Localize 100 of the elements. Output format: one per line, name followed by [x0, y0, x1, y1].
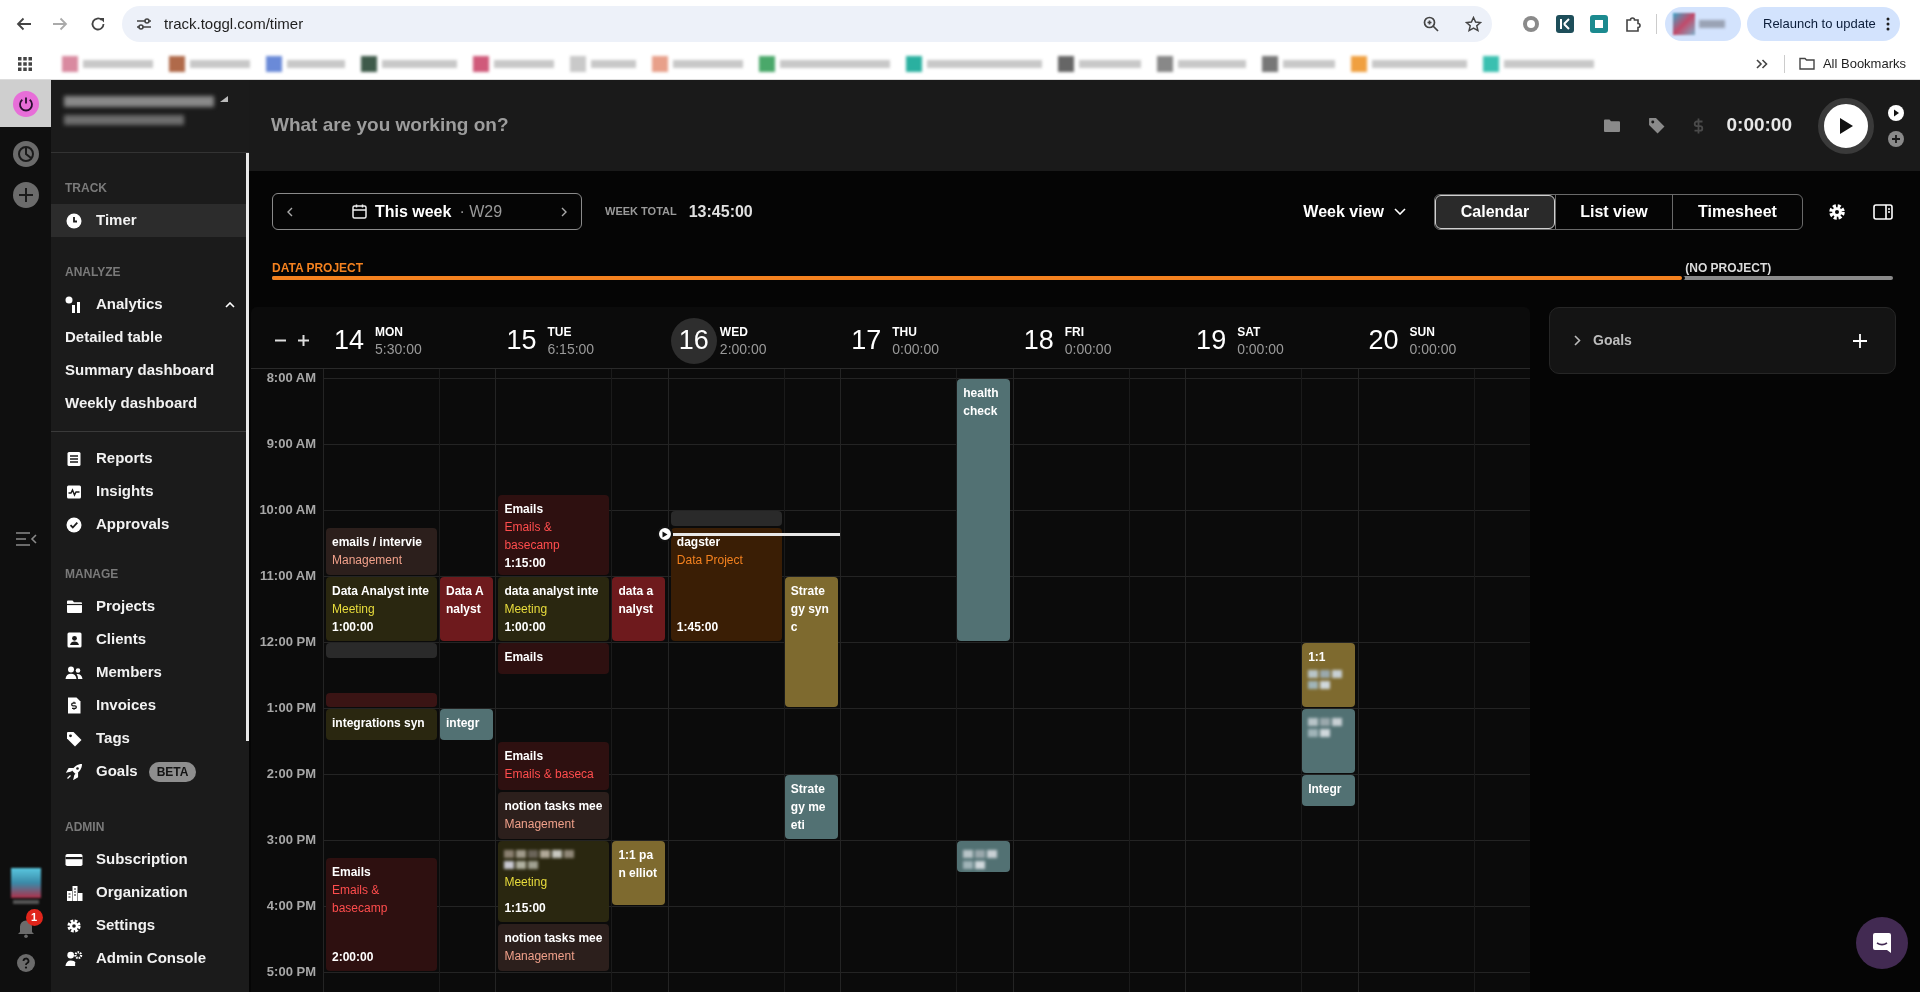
star-icon[interactable] — [1465, 15, 1482, 33]
sidebar-item[interactable]: Approvals — [51, 508, 249, 541]
extensions-puzzle-icon[interactable] — [1624, 15, 1642, 33]
description-input[interactable]: What are you working on? — [271, 111, 1583, 140]
view-dropdown[interactable]: Week view — [1303, 199, 1406, 224]
day-number: 20 — [1367, 324, 1400, 358]
help-icon[interactable] — [16, 954, 35, 972]
sidebar-item-label: Invoices — [96, 695, 157, 716]
calendar-event[interactable]: Integr — [1302, 775, 1356, 806]
all-bookmarks-button[interactable]: All Bookmarks — [1798, 53, 1906, 74]
sidebar-item[interactable]: Admin Console — [51, 942, 249, 975]
day-number: 18 — [1022, 324, 1055, 358]
entry-duration: 1:15:00 — [504, 554, 547, 572]
notification-count-badge: 1 — [25, 909, 43, 926]
calendar-event[interactable]: data analyst — [612, 577, 666, 641]
settings-icon[interactable] — [1828, 202, 1846, 221]
day-total: 0:00:00 — [1064, 340, 1112, 358]
sidebar-item[interactable]: Settings — [51, 909, 249, 942]
day-total: 0:00:00 — [892, 340, 939, 358]
time-entry[interactable]: Data Analyst inte Meeting 1:00:00 — [326, 577, 437, 641]
sidebar-item[interactable]: Timer — [51, 204, 249, 237]
sidebar-subitem[interactable]: Detailed table — [51, 321, 249, 354]
time-entry[interactable]: Emails Emails & basecamp 2:00:00 — [326, 857, 437, 971]
chevron-right-icon[interactable] — [561, 206, 567, 217]
zoom-icon[interactable] — [1423, 16, 1439, 32]
sidebar-item[interactable]: Insights — [51, 475, 249, 508]
sidebar-item[interactable]: Invoices — [51, 689, 249, 722]
day-name: WED — [719, 323, 749, 341]
relaunch-button[interactable]: Relaunch to update — [1747, 7, 1900, 41]
time-entry[interactable]: Emails — [498, 643, 610, 674]
scrollbar[interactable] — [246, 153, 249, 741]
apps-grid-icon[interactable] — [18, 56, 32, 71]
caret-icon[interactable] — [220, 96, 228, 104]
sidebar-subitem[interactable]: Weekly dashboard — [51, 387, 249, 420]
time-entry[interactable]: notion tasks mee Management — [498, 923, 610, 971]
project-name: Management — [504, 815, 576, 833]
sidebar-item[interactable]: Subscription — [51, 843, 249, 876]
avatar[interactable] — [10, 868, 41, 904]
extension-icon[interactable] — [1590, 15, 1608, 33]
time-entry[interactable]: Emails Emails & basecamp 1:15:00 — [498, 494, 610, 575]
sidebar-item[interactable]: Analytics — [51, 288, 249, 321]
time-entry[interactable]: integrations syn — [326, 709, 437, 740]
time-entry[interactable]: notion tasks mee Management — [498, 791, 610, 839]
calendar-event[interactable] — [1302, 709, 1356, 773]
zoom-in-icon[interactable] — [298, 335, 309, 346]
week-total-label: WEEK TOTAL — [605, 204, 677, 220]
sidebar-item[interactable]: Clients — [51, 623, 249, 656]
bar-chart-icon — [65, 295, 83, 314]
sidebar-item[interactable]: Goals BETA — [51, 755, 249, 788]
time-entry[interactable]: emails / intervie Management — [326, 527, 437, 575]
project-label: DATA PROJECT — [272, 261, 364, 275]
time-entry[interactable]: dagster Data Project 1:45:00 — [670, 527, 782, 641]
play-mode-icon[interactable] — [1888, 104, 1904, 121]
project-label: (NO PROJECT) — [1685, 261, 1772, 275]
project-name: Emails & basecamp — [332, 881, 389, 917]
collapse-menu-icon[interactable] — [14, 532, 37, 546]
calendar-event[interactable]: 1:1 — [1302, 643, 1356, 707]
goals-panel[interactable]: Goals — [1549, 307, 1896, 374]
add-icon[interactable] — [12, 182, 39, 208]
calendar-event[interactable]: Strategy meeti — [784, 775, 838, 839]
day-name: MON — [375, 323, 404, 341]
sidebar-item-label: Settings — [96, 915, 156, 936]
view-tab[interactable]: Timesheet — [1672, 194, 1802, 229]
calendar-event[interactable]: 1:1 pan elliot — [612, 841, 666, 905]
address-bar[interactable]: track.toggl.com/timer — [122, 6, 1492, 42]
week-label: This week — [374, 201, 452, 222]
manual-mode-icon[interactable] — [1888, 130, 1904, 147]
calendar-event[interactable]: integr — [440, 709, 493, 740]
sidebar-item[interactable]: Reports — [51, 442, 249, 475]
hour-label: 12:00 PM — [259, 634, 316, 650]
profile-chip[interactable] — [1665, 7, 1741, 41]
power-button[interactable] — [0, 80, 51, 127]
sidebar-item-label: Insights — [96, 481, 154, 502]
view-tab[interactable]: List view — [1555, 194, 1672, 229]
entry-title: data analyst — [618, 583, 655, 618]
sidebar-item[interactable]: Projects — [51, 590, 249, 623]
tag-icon[interactable] — [1647, 117, 1665, 134]
sidebar-item[interactable]: Members — [51, 656, 249, 689]
timeline-icon[interactable] — [12, 141, 39, 167]
calendar-event[interactable] — [957, 841, 1011, 872]
folder-icon[interactable] — [1602, 118, 1621, 133]
add-goal-icon[interactable] — [1853, 333, 1867, 348]
side-panel-icon[interactable] — [1873, 203, 1893, 220]
sidebar-item[interactable]: Tags — [51, 722, 249, 755]
time-entry[interactable]: Emails Emails & baseca — [498, 742, 610, 790]
sidebar-subitem[interactable]: Summary dashboard — [51, 354, 249, 387]
time-entry[interactable]: data analyst inte Meeting 1:00:00 — [498, 577, 610, 641]
calendar-event[interactable]: health check — [957, 379, 1011, 641]
calendar-event[interactable]: Data Analyst — [440, 577, 493, 641]
entry-title: Data Analyst inte — [332, 583, 430, 600]
week-picker[interactable]: This week · W29 — [272, 193, 582, 230]
calendar-event[interactable]: Strategy sync — [784, 577, 838, 707]
sidebar-item-label: Approvals — [96, 514, 170, 535]
chevron-left-icon[interactable] — [287, 206, 293, 217]
extension-icon[interactable] — [1556, 15, 1574, 33]
project-name: Emails & basecamp — [504, 518, 561, 554]
sidebar-item[interactable]: Organization — [51, 876, 249, 909]
workspace-name[interactable] — [64, 96, 214, 125]
view-tab[interactable]: Calendar — [1435, 194, 1555, 229]
chevrons-right-icon[interactable] — [1755, 58, 1768, 69]
